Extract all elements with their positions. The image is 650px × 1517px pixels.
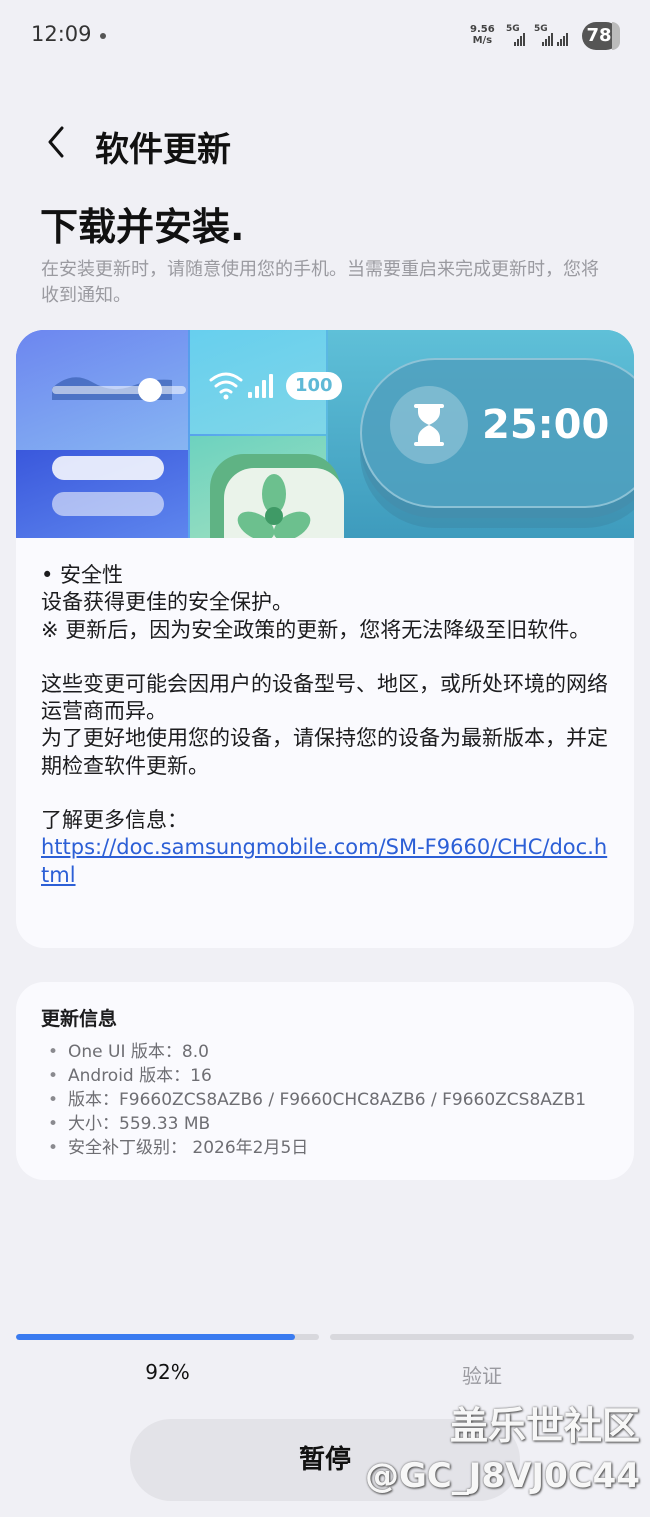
- battery-graphic-label: 100: [295, 375, 333, 396]
- download-progress-fill: [16, 1334, 295, 1340]
- notification-dot-icon: [100, 33, 106, 39]
- download-progress-bar: [16, 1334, 319, 1340]
- brightness-slider-graphic: [52, 386, 186, 394]
- release-notes-card: 100 25:00 • 安全性 设备获得更佳的安全保护。 ※ 更新后，因为安全政…: [16, 330, 634, 948]
- sim2-signal-icon: 5G: [534, 24, 558, 48]
- update-info-card: 更新信息 One UI 版本：8.0 Android 版本：16 版本：F966…: [16, 982, 634, 1180]
- network-speed-unit: M/s: [472, 35, 493, 46]
- signal-bars-icon: [557, 24, 581, 48]
- status-bar: 12:09 9.56 M/s 5G 5G 78: [0, 0, 650, 72]
- list-item: One UI 版本：8.0: [48, 1040, 586, 1064]
- network-speed-value: 9.56: [470, 24, 495, 35]
- list-item: Android 版本：16: [48, 1064, 586, 1088]
- download-percent: 92%: [145, 1360, 190, 1384]
- watermark-line2: @GC_J8VJ0C44: [364, 1456, 640, 1496]
- battery-graphic: 100: [286, 372, 342, 400]
- more-info-label: 了解更多信息：: [41, 808, 188, 833]
- watermark-line1: 盖乐世社区: [449, 1404, 640, 1448]
- release-notes-text: • 安全性 设备获得更佳的安全保护。 ※ 更新后，因为安全政策的更新，您将无法降…: [41, 562, 611, 889]
- notes-bullet-security: • 安全性: [41, 563, 124, 587]
- timer-text: 25:00: [482, 402, 610, 448]
- list-item: 安全补丁级别： 2026年2月5日: [48, 1136, 586, 1160]
- wave-icon: [52, 377, 172, 400]
- fan-icon: [237, 474, 311, 538]
- notes-line: 设备获得更佳的安全保护。: [41, 590, 293, 615]
- page-title: 软件更新: [95, 130, 231, 170]
- list-item: 大小：559.33 MB: [48, 1112, 586, 1136]
- notes-line: ※ 更新后，因为安全政策的更新，您将无法降级至旧软件。: [41, 617, 591, 642]
- battery-icon: 78: [582, 22, 620, 50]
- timer-graphic: 25:00: [360, 358, 634, 508]
- more-info-link[interactable]: https://doc.samsungmobile.com/SM-F9660/C…: [41, 834, 611, 889]
- network-speed: 9.56 M/s: [470, 24, 495, 46]
- list-item: 版本：F9660ZCS8AZB6 / F9660CHC8AZB6 / F9660…: [48, 1088, 586, 1112]
- back-button[interactable]: [42, 122, 72, 162]
- update-info-title: 更新信息: [41, 1008, 118, 1030]
- headline: 下载并安装.: [40, 205, 245, 249]
- fan-graphic: [210, 454, 344, 538]
- hourglass-icon: [414, 404, 444, 446]
- sim1-signal-icon: 5G: [506, 24, 530, 48]
- slider-knob-graphic: [138, 378, 162, 402]
- verify-label: 验证: [462, 1364, 502, 1388]
- status-time: 12:09: [31, 22, 92, 46]
- cellular-signal-icon: [248, 374, 273, 398]
- wifi-icon: [209, 372, 243, 400]
- notes-line: 为了更好地使用您的设备，请保持您的设备为最新版本，并定期检查软件更新。: [41, 726, 608, 778]
- install-description: 在安装更新时，请随意使用您的手机。当需要重启来完成更新时，您将收到通知。: [41, 259, 599, 306]
- community-watermark: 盖乐世社区 @GC_J8VJ0C44: [365, 1400, 640, 1500]
- update-info-list: One UI 版本：8.0 Android 版本：16 版本：F9660ZCS8…: [48, 1040, 586, 1160]
- one-ui-banner-image: 100 25:00: [16, 330, 634, 538]
- battery-level: 78: [586, 25, 612, 46]
- notes-line: 这些变更可能会因用户的设备型号、地区，或所处环境的网络运营商而异。: [41, 671, 608, 724]
- chevron-left-icon: [48, 126, 64, 158]
- verify-progress-bar: [330, 1334, 634, 1340]
